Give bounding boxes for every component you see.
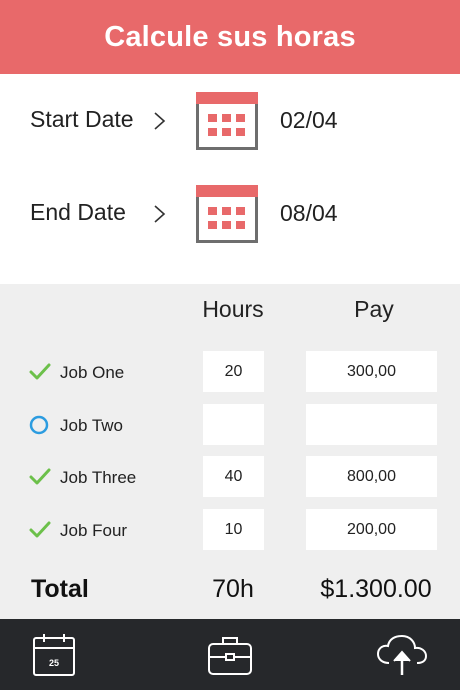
hours-input[interactable] bbox=[203, 404, 264, 445]
app-title: Calcule sus horas bbox=[104, 20, 356, 53]
checkmark-icon[interactable] bbox=[29, 362, 51, 382]
job-row-three: Job Three bbox=[0, 456, 460, 498]
job-name: Job Three bbox=[60, 468, 137, 487]
job-name: Job Two bbox=[60, 416, 124, 435]
hours-input[interactable] bbox=[203, 351, 264, 392]
calendar-day-number: 25 bbox=[49, 658, 59, 668]
calendar-icon[interactable] bbox=[196, 92, 258, 150]
start-date-value: 02/04 bbox=[280, 107, 338, 133]
pay-column-header: Pay bbox=[354, 296, 394, 322]
calendar-icon[interactable] bbox=[196, 185, 258, 243]
hours-input[interactable] bbox=[203, 456, 264, 497]
start-date-row[interactable]: Start Date 02/04 bbox=[0, 86, 460, 156]
job-row-two: Job Two bbox=[0, 404, 460, 446]
cloud-upload-icon bbox=[376, 634, 428, 675]
job-row-four: Job Four bbox=[0, 509, 460, 551]
calendar-icon: 25 bbox=[33, 633, 75, 676]
briefcase-icon bbox=[208, 636, 252, 675]
pay-input[interactable] bbox=[306, 456, 437, 497]
radio-unchecked-icon[interactable] bbox=[29, 415, 51, 435]
job-name: Job Four bbox=[60, 521, 128, 540]
job-row-one: Job One bbox=[0, 351, 460, 393]
end-date-value: 08/04 bbox=[280, 200, 338, 226]
job-name: Job One bbox=[60, 363, 125, 382]
chevron-right-icon bbox=[154, 205, 166, 223]
tab-calendar[interactable]: 25 bbox=[19, 619, 89, 690]
jobs-panel: Hours Pay Job One Job Two Job Three Job … bbox=[0, 284, 460, 619]
end-date-label: End Date bbox=[30, 199, 126, 225]
start-date-label: Start Date bbox=[30, 106, 134, 132]
hours-column-header: Hours bbox=[202, 296, 264, 322]
chevron-right-icon bbox=[154, 112, 166, 130]
total-hours: 70h bbox=[212, 575, 254, 603]
tab-jobs[interactable] bbox=[195, 619, 265, 690]
app-header: Calcule sus horas bbox=[0, 0, 460, 74]
bottom-tab-bar: 25 bbox=[0, 619, 460, 690]
tab-upload[interactable] bbox=[367, 619, 437, 690]
pay-input[interactable] bbox=[306, 404, 437, 445]
checkmark-icon[interactable] bbox=[29, 467, 51, 487]
hours-input[interactable] bbox=[203, 509, 264, 550]
checkmark-icon[interactable] bbox=[29, 520, 51, 540]
pay-input[interactable] bbox=[306, 351, 437, 392]
pay-input[interactable] bbox=[306, 509, 437, 550]
total-pay: $1.300.00 bbox=[320, 575, 432, 603]
total-label: Total bbox=[31, 575, 89, 603]
end-date-row[interactable]: End Date 08/04 bbox=[0, 179, 460, 249]
